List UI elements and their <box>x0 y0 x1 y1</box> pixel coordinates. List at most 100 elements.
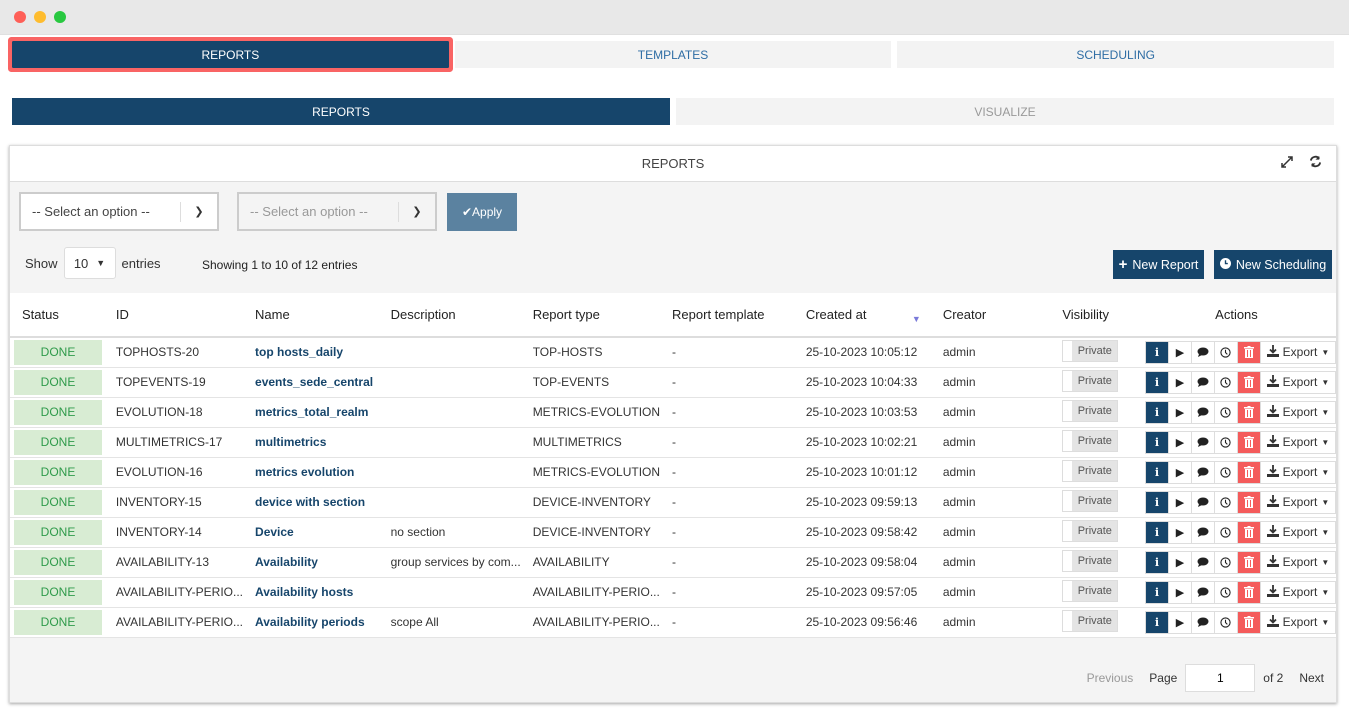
clock-icon[interactable] <box>1214 611 1238 633</box>
play-icon[interactable]: ▶ <box>1168 461 1192 483</box>
comment-icon[interactable] <box>1191 581 1215 603</box>
trash-icon[interactable] <box>1237 431 1261 453</box>
info-icon[interactable]: i <box>1145 491 1169 513</box>
col-created-at[interactable]: Created at ▼ <box>793 293 931 338</box>
export-dropdown[interactable]: Export ▼ <box>1260 371 1335 393</box>
tab-scheduling[interactable]: SCHEDULING <box>897 41 1335 68</box>
visibility-toggle[interactable]: Private <box>1062 370 1119 392</box>
play-icon[interactable]: ▶ <box>1168 401 1192 423</box>
clock-icon[interactable] <box>1214 521 1238 543</box>
col-name[interactable]: Name <box>243 293 379 338</box>
new-report-button[interactable]: + New Report <box>1113 250 1204 279</box>
export-dropdown[interactable]: Export ▼ <box>1260 401 1335 423</box>
subtab-reports[interactable]: REPORTS <box>12 98 670 125</box>
trash-icon[interactable] <box>1237 341 1261 363</box>
col-description[interactable]: Description <box>378 293 521 338</box>
info-icon[interactable]: i <box>1145 611 1169 633</box>
play-icon[interactable]: ▶ <box>1168 431 1192 453</box>
report-name-link[interactable]: Availability <box>255 555 318 569</box>
play-icon[interactable]: ▶ <box>1168 491 1192 513</box>
comment-icon[interactable] <box>1191 341 1215 363</box>
play-icon[interactable]: ▶ <box>1168 551 1192 573</box>
col-visibility[interactable]: Visibility <box>1062 293 1137 338</box>
export-dropdown[interactable]: Export ▼ <box>1260 491 1335 513</box>
previous-page-button[interactable]: Previous <box>1087 671 1134 685</box>
comment-icon[interactable] <box>1191 611 1215 633</box>
report-name-link[interactable]: Availability hosts <box>255 585 353 599</box>
info-icon[interactable]: i <box>1145 551 1169 573</box>
export-dropdown[interactable]: Export ▼ <box>1260 461 1335 483</box>
trash-icon[interactable] <box>1237 581 1261 603</box>
play-icon[interactable]: ▶ <box>1168 521 1192 543</box>
play-icon[interactable]: ▶ <box>1168 581 1192 603</box>
report-name-link[interactable]: Device <box>255 525 294 539</box>
export-dropdown[interactable]: Export ▼ <box>1260 611 1335 633</box>
page-length-select[interactable]: 10 ▼ <box>63 247 116 279</box>
visibility-toggle[interactable]: Private <box>1062 610 1119 632</box>
clock-icon[interactable] <box>1214 581 1238 603</box>
report-name-link[interactable]: Availability periods <box>255 615 365 629</box>
visibility-toggle[interactable]: Private <box>1062 580 1119 602</box>
info-icon[interactable]: i <box>1145 521 1169 543</box>
info-icon[interactable]: i <box>1145 401 1169 423</box>
trash-icon[interactable] <box>1237 611 1261 633</box>
comment-icon[interactable] <box>1191 431 1215 453</box>
next-page-button[interactable]: Next <box>1299 671 1324 685</box>
visibility-toggle[interactable]: Private <box>1062 490 1119 512</box>
clock-icon[interactable] <box>1214 461 1238 483</box>
tab-templates[interactable]: TEMPLATES <box>454 41 892 68</box>
comment-icon[interactable] <box>1191 461 1215 483</box>
clock-icon[interactable] <box>1214 401 1238 423</box>
info-icon[interactable]: i <box>1145 581 1169 603</box>
col-report-type[interactable]: Report type <box>520 293 661 338</box>
trash-icon[interactable] <box>1237 401 1261 423</box>
close-window-button[interactable] <box>14 11 26 23</box>
new-scheduling-button[interactable]: New Scheduling <box>1214 250 1332 279</box>
visibility-toggle[interactable]: Private <box>1062 550 1119 572</box>
report-name-link[interactable]: events_sede_central <box>255 375 373 389</box>
trash-icon[interactable] <box>1237 461 1261 483</box>
play-icon[interactable]: ▶ <box>1168 341 1192 363</box>
col-creator[interactable]: Creator <box>930 293 1063 338</box>
report-name-link[interactable]: metrics evolution <box>255 465 354 479</box>
clock-icon[interactable] <box>1214 341 1238 363</box>
export-dropdown[interactable]: Export ▼ <box>1260 341 1335 363</box>
subtab-visualize[interactable]: VISUALIZE <box>676 98 1334 125</box>
col-report-template[interactable]: Report template <box>660 293 794 338</box>
refresh-icon[interactable] <box>1309 155 1322 171</box>
page-number-input[interactable] <box>1185 664 1256 692</box>
play-icon[interactable]: ▶ <box>1168 611 1192 633</box>
expand-icon[interactable] <box>1281 155 1293 171</box>
visibility-toggle[interactable]: Private <box>1062 430 1119 452</box>
comment-icon[interactable] <box>1191 371 1215 393</box>
trash-icon[interactable] <box>1237 371 1261 393</box>
trash-icon[interactable] <box>1237 491 1261 513</box>
report-name-link[interactable]: metrics_total_realm <box>255 405 368 419</box>
trash-icon[interactable] <box>1237 521 1261 543</box>
col-id[interactable]: ID <box>103 293 244 338</box>
col-status[interactable]: Status <box>10 293 104 338</box>
clock-icon[interactable] <box>1214 431 1238 453</box>
maximize-window-button[interactable] <box>54 11 66 23</box>
info-icon[interactable]: i <box>1145 341 1169 363</box>
clock-icon[interactable] <box>1214 491 1238 513</box>
export-dropdown[interactable]: Export ▼ <box>1260 551 1335 573</box>
info-icon[interactable]: i <box>1145 371 1169 393</box>
info-icon[interactable]: i <box>1145 461 1169 483</box>
report-name-link[interactable]: multimetrics <box>255 435 326 449</box>
clock-icon[interactable] <box>1214 551 1238 573</box>
report-name-link[interactable]: device with section <box>255 495 365 509</box>
comment-icon[interactable] <box>1191 401 1215 423</box>
visibility-toggle[interactable]: Private <box>1062 520 1119 542</box>
report-name-link[interactable]: top hosts_daily <box>255 345 343 359</box>
comment-icon[interactable] <box>1191 551 1215 573</box>
minimize-window-button[interactable] <box>34 11 46 23</box>
export-dropdown[interactable]: Export ▼ <box>1260 431 1335 453</box>
filter-select-2[interactable]: -- Select an option -- ❯ <box>237 192 437 231</box>
apply-button[interactable]: ✔ Apply <box>447 192 517 231</box>
export-dropdown[interactable]: Export ▼ <box>1260 521 1335 543</box>
tab-reports[interactable]: REPORTS <box>8 37 453 72</box>
visibility-toggle[interactable]: Private <box>1062 400 1119 422</box>
clock-icon[interactable] <box>1214 371 1238 393</box>
info-icon[interactable]: i <box>1145 431 1169 453</box>
